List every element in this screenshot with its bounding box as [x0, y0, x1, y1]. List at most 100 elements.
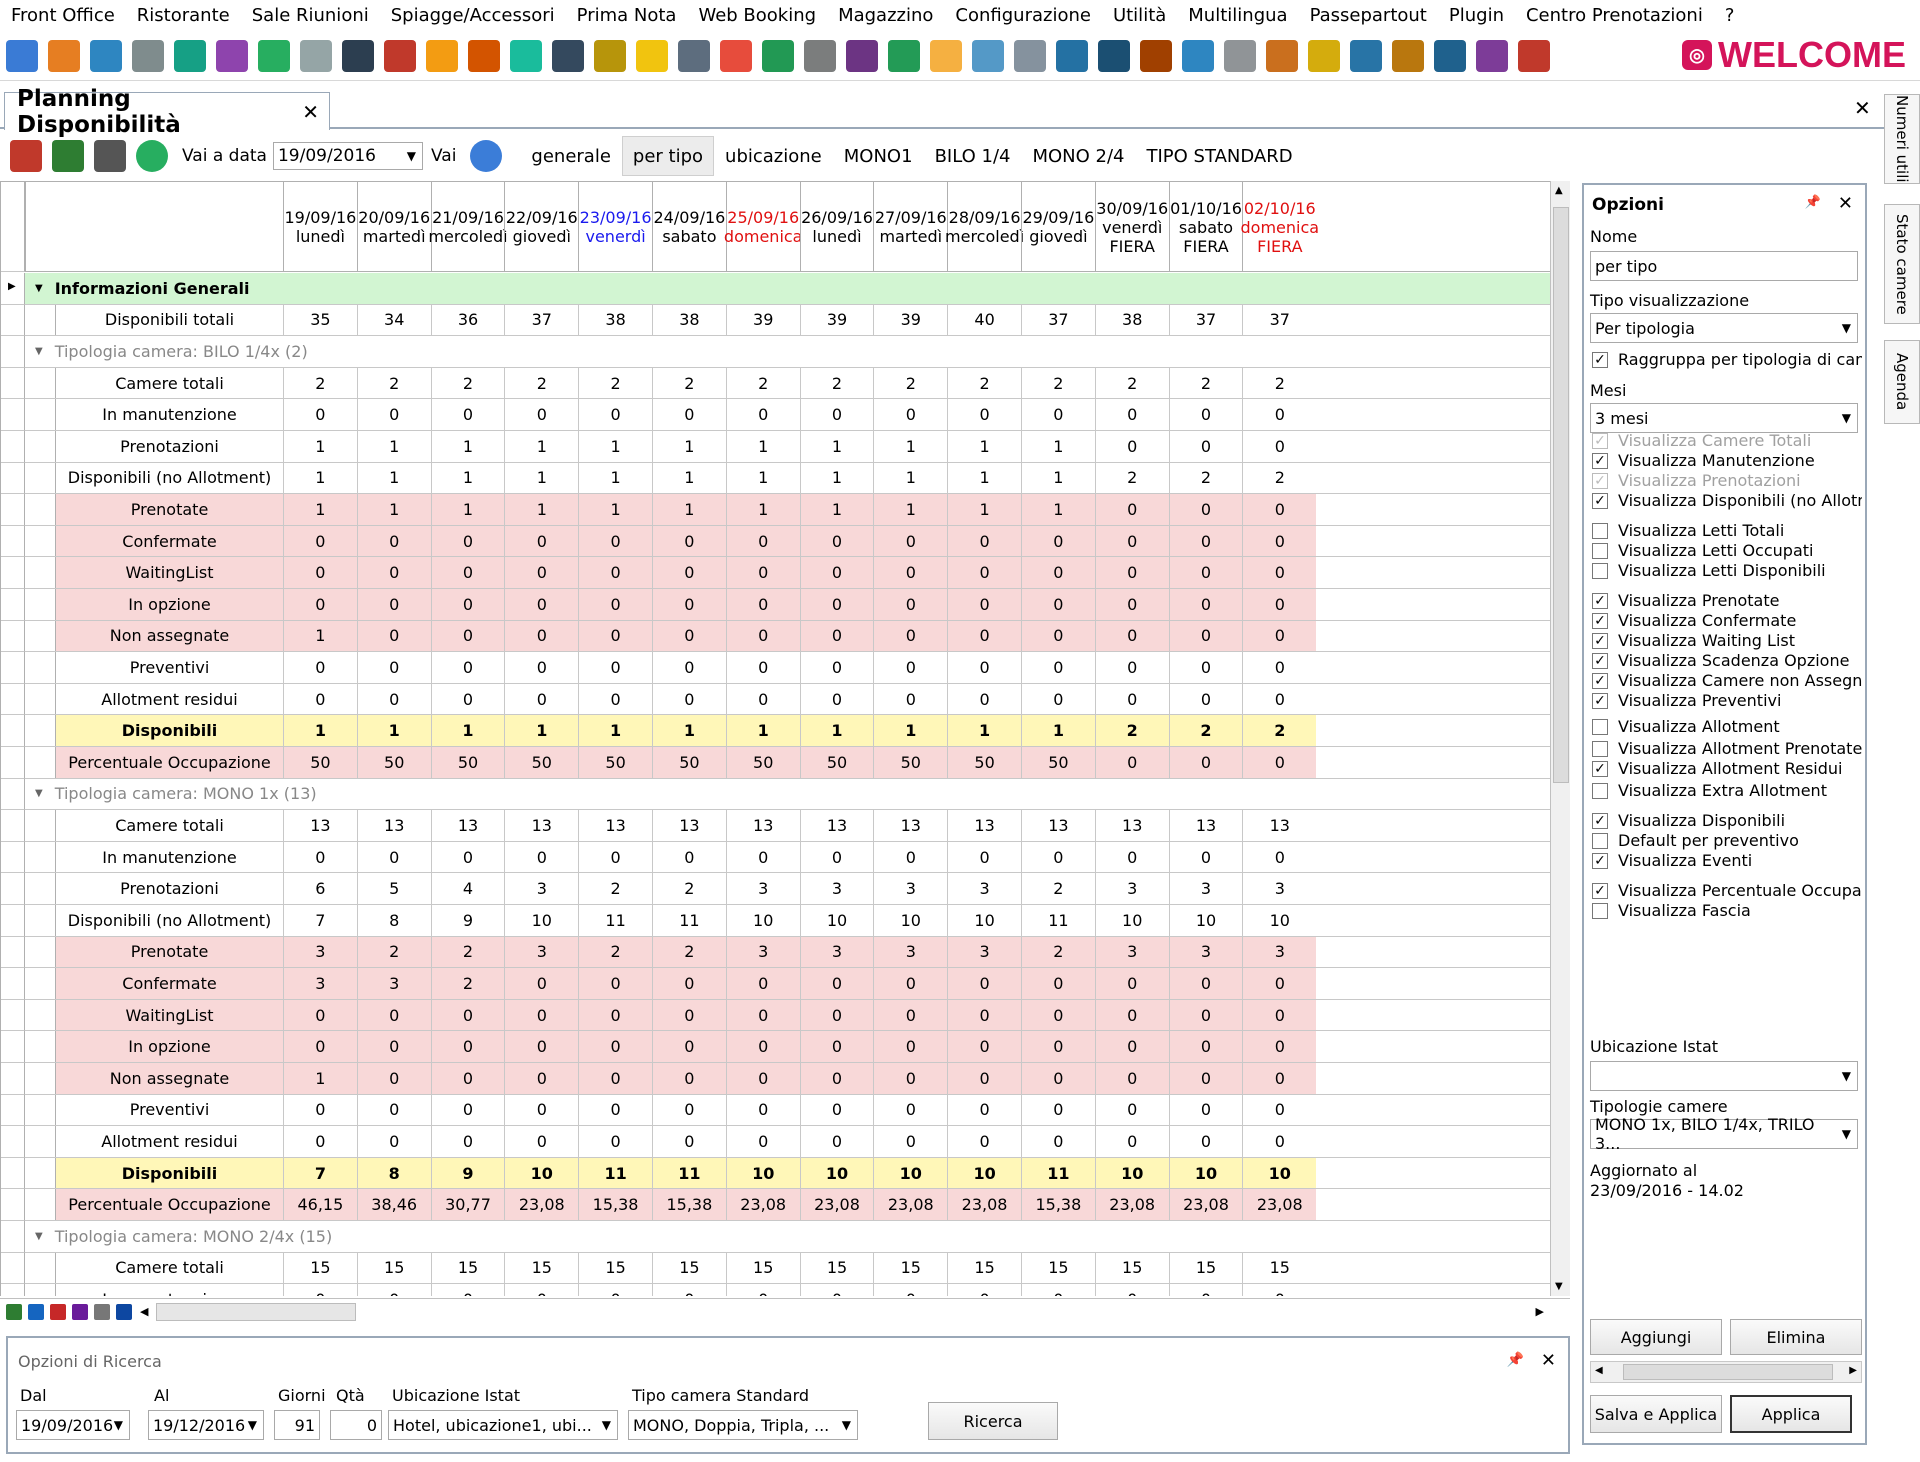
copy-icon[interactable]: [1224, 39, 1256, 72]
menu-item[interactable]: Passepartout: [1299, 5, 1438, 26]
checkbox-checked-icon[interactable]: ✓: [1592, 351, 1608, 368]
grid-cell[interactable]: 10: [1242, 1157, 1317, 1189]
grid-cell[interactable]: 0: [799, 683, 874, 715]
visualizza-checkbox[interactable]: ✓ Visualizza Scadenza Opzione: [1592, 651, 1862, 670]
grid-cell[interactable]: 2: [1094, 367, 1169, 399]
chevron-down-icon[interactable]: ▼: [1842, 1069, 1851, 1083]
calendar-icon[interactable]: [6, 39, 38, 72]
checkbox-checked-icon[interactable]: ✓: [1592, 812, 1608, 829]
date-column-header[interactable]: 30/09/16 venerdì FIERA: [1094, 182, 1169, 272]
grid-cell[interactable]: 0: [652, 557, 726, 588]
checkbox-checked-icon[interactable]: ✓: [1592, 672, 1608, 689]
checkbox-checked-icon[interactable]: ✓: [1592, 492, 1608, 509]
table-icon[interactable]: [510, 39, 542, 72]
chevron-down-icon[interactable]: ▼: [1842, 411, 1851, 425]
tipo-camera-select[interactable]: MONO, Doppia, Tripla, ... ▼: [628, 1410, 858, 1440]
grid-cell[interactable]: 1: [725, 431, 800, 462]
grid-cell[interactable]: 0: [1242, 841, 1316, 873]
grid-cell[interactable]: 0: [1094, 1126, 1169, 1157]
grid-cell[interactable]: 0: [725, 652, 800, 683]
calculator-icon[interactable]: [1350, 39, 1382, 72]
grid-cell[interactable]: 13: [1021, 810, 1095, 841]
grid-cell[interactable]: 3: [873, 873, 947, 904]
grid-cell[interactable]: 9: [430, 905, 505, 936]
row-selector[interactable]: [1, 1189, 25, 1221]
grid-cell[interactable]: 10: [504, 1157, 579, 1189]
key-icon[interactable]: [594, 39, 626, 72]
grid-cell[interactable]: 0: [430, 1094, 505, 1126]
grid-cell[interactable]: 15: [504, 1252, 578, 1284]
grid-cell[interactable]: 0: [430, 525, 505, 557]
grid-cell[interactable]: 50: [356, 747, 431, 778]
checkbox-unchecked-icon[interactable]: [1592, 782, 1608, 799]
grid-cell[interactable]: 0: [947, 841, 1021, 873]
grid-cell[interactable]: 2: [356, 367, 431, 399]
close-icon[interactable]: ✕: [1541, 1350, 1556, 1371]
grid-cell[interactable]: 2: [1168, 715, 1243, 746]
grid-cell[interactable]: 0: [799, 1031, 874, 1062]
grid-cell[interactable]: 13: [725, 810, 800, 841]
grid-cell[interactable]: 0: [504, 683, 578, 715]
grid-cell[interactable]: 0: [799, 652, 874, 683]
windows-icon[interactable]: [90, 39, 122, 72]
contact-card-icon[interactable]: [174, 39, 206, 72]
grid-cell[interactable]: 2: [578, 936, 652, 968]
grid-cell[interactable]: 0: [430, 589, 505, 620]
grid-cell[interactable]: 0: [1168, 747, 1243, 778]
grid-cell[interactable]: 0: [725, 1063, 800, 1094]
grid-cell[interactable]: 3: [947, 936, 1021, 968]
grid-cell[interactable]: 23,08: [873, 1189, 948, 1220]
grid-cell[interactable]: 1: [1021, 431, 1095, 462]
grid-cell[interactable]: 0: [1242, 747, 1317, 778]
grid-cell[interactable]: 15: [799, 1252, 874, 1284]
grid-cell[interactable]: 1: [504, 715, 579, 746]
grid-cell[interactable]: 1: [430, 431, 505, 462]
grid-cell[interactable]: 0: [578, 652, 652, 683]
menu-item[interactable]: ?: [1714, 5, 1746, 26]
grid-cell[interactable]: 0: [1094, 1284, 1169, 1296]
grid-cell[interactable]: 40: [947, 304, 1021, 336]
chevron-down-icon[interactable]: ▼: [248, 1418, 257, 1432]
grid-cell[interactable]: 7: [283, 905, 357, 936]
grid-cell[interactable]: 0: [504, 557, 579, 588]
grid-cell[interactable]: 0: [652, 652, 726, 683]
visualizza-checkbox[interactable]: Visualizza Allotment Prenotate: [1592, 739, 1862, 758]
date-column-header[interactable]: 25/09/16 domenica: [724, 182, 802, 272]
row-selector[interactable]: [1, 873, 25, 905]
grid-cell[interactable]: 0: [947, 968, 1021, 999]
grid-cell[interactable]: 0: [1094, 1063, 1169, 1094]
window-icon[interactable]: [48, 39, 80, 72]
row-selector[interactable]: [1, 525, 25, 558]
grid-cell[interactable]: 10: [947, 905, 1021, 936]
grid-cell[interactable]: 0: [504, 841, 578, 873]
grid-cell[interactable]: 23,08: [1242, 1189, 1317, 1220]
grid-cell[interactable]: 0: [1021, 1094, 1095, 1126]
grid-cell[interactable]: 50: [504, 747, 579, 778]
grid-cell[interactable]: 2: [283, 367, 357, 399]
grid-cell[interactable]: 0: [430, 652, 505, 683]
view-tab[interactable]: TIPO STANDARD: [1136, 136, 1304, 176]
info-icon[interactable]: [1518, 39, 1550, 72]
grid-cell[interactable]: 0: [652, 999, 726, 1031]
grid-cell[interactable]: 0: [873, 999, 948, 1031]
grid-cell[interactable]: 0: [1094, 431, 1169, 462]
grid-cell[interactable]: 0: [873, 620, 948, 652]
date-column-header[interactable]: 24/09/16 sabato: [652, 182, 726, 272]
grid-cell[interactable]: 0: [1168, 494, 1243, 525]
grid-cell[interactable]: 0: [1094, 399, 1169, 430]
menu-item[interactable]: Web Booking: [687, 5, 827, 26]
grid-cell[interactable]: 0: [430, 1126, 505, 1157]
visualizza-checkbox[interactable]: ✓ Visualizza Disponibili: [1592, 811, 1862, 830]
row-selector[interactable]: [1, 1252, 25, 1285]
grid-cell[interactable]: 0: [430, 683, 505, 715]
grid-cell[interactable]: 15: [283, 1252, 357, 1284]
visualizza-checkbox[interactable]: ✓ Visualizza Allotment Residui: [1592, 759, 1862, 778]
grid-cell[interactable]: 23,08: [799, 1189, 874, 1220]
mesi-select[interactable]: 3 mesi ▼: [1590, 403, 1858, 433]
grid-cell[interactable]: 15: [578, 1252, 652, 1284]
grid-cell[interactable]: 37: [1168, 304, 1243, 336]
grid-cell[interactable]: 0: [1021, 525, 1095, 557]
checkbox-unchecked-icon[interactable]: [1592, 542, 1608, 559]
grid-cell[interactable]: 1: [283, 431, 357, 462]
grid-cell[interactable]: 2: [1242, 462, 1316, 494]
